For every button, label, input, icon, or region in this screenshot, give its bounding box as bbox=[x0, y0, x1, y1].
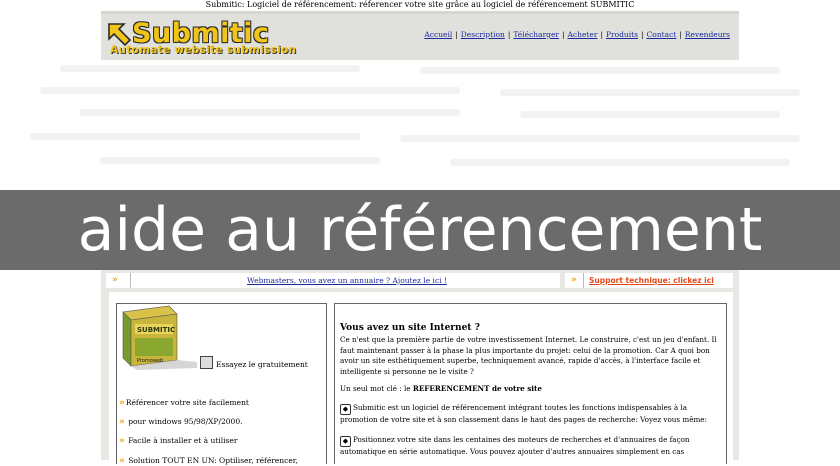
software-box-image[interactable]: SUBMITIC Promoweb bbox=[117, 304, 199, 372]
chevron-bullet-icon: » bbox=[119, 398, 125, 408]
diamond-bullet-icon: ◆ bbox=[340, 404, 351, 415]
nav-acheter[interactable]: Acheter bbox=[568, 30, 598, 39]
nav-produits[interactable]: Produits bbox=[606, 30, 638, 39]
support-link[interactable]: Support technique: clickez ici bbox=[589, 273, 714, 288]
chevron-bullet-icon: » bbox=[119, 436, 125, 446]
article-feature-2: ◆ Positionnez votre site dans les centain… bbox=[340, 435, 690, 456]
double-chevron-icon: » bbox=[571, 275, 577, 285]
support-strip: » Support technique: clickez ici bbox=[565, 273, 733, 288]
svg-text:SUBMITIC: SUBMITIC bbox=[137, 326, 175, 334]
double-chevron-icon: » bbox=[112, 275, 118, 285]
article-keyword-line: Un seul mot clé : le REFERENCEMENT de vo… bbox=[340, 384, 542, 393]
content-area: SUBMITIC Promoweb Essayez le gratuitemen… bbox=[109, 292, 733, 466]
add-directory-link[interactable]: Webmasters, vous avez un annuaire ? Ajou… bbox=[134, 273, 560, 288]
nav-telecharger[interactable]: Télécharger bbox=[513, 30, 559, 39]
submitic-logo[interactable]: Submitic Automate website submission bbox=[106, 18, 316, 57]
nav-contact[interactable]: Contact bbox=[647, 30, 677, 39]
nav-revendeurs[interactable]: Revendeurs bbox=[685, 30, 730, 39]
chevron-bullet-icon: » bbox=[119, 456, 125, 466]
try-free-link[interactable]: Essayez le gratuitement bbox=[200, 356, 308, 369]
diamond-bullet-icon: ◆ bbox=[340, 436, 351, 447]
top-nav: Accueil | Description | Télécharger | Acheter |… bbox=[424, 30, 730, 39]
feature-item: » Facile à installer et à utiliser bbox=[119, 436, 238, 446]
feature-item: » Solution TOUT EN UN: Optiliser, référe… bbox=[119, 456, 298, 466]
page-body: » Webmasters, vous avez un annuaire ? Aj… bbox=[101, 270, 739, 466]
nav-accueil[interactable]: Accueil bbox=[424, 30, 452, 39]
article-intro: Ce n'est que la première partie de votre… bbox=[340, 335, 717, 376]
page-title: Submitic: Logiciel de référencement: réf… bbox=[205, 0, 635, 9]
article-heading: Vous avez un site Internet ? bbox=[340, 323, 480, 333]
chevron-bullet-icon: » bbox=[119, 417, 125, 427]
feature-item: »Référencer votre site facilement bbox=[119, 398, 249, 408]
magnifier-icon bbox=[200, 356, 213, 369]
directory-strip: » Webmasters, vous avez un annuaire ? Aj… bbox=[106, 273, 560, 288]
article-panel: Vous avez un site Internet ? Ce n'est qu… bbox=[334, 303, 727, 464]
nav-description[interactable]: Description bbox=[461, 30, 505, 39]
product-panel: SUBMITIC Promoweb Essayez le gratuitemen… bbox=[116, 303, 327, 466]
site-header: Submitic Automate website submission Acc… bbox=[101, 11, 739, 60]
keyword-banner: aide au référencement bbox=[0, 190, 840, 270]
article-feature-1: ◆ Submitic est un logiciel de référenceme… bbox=[340, 403, 707, 424]
feature-item: » pour windows 95/98/XP/2000. bbox=[119, 417, 243, 427]
background-watermark bbox=[0, 55, 840, 195]
